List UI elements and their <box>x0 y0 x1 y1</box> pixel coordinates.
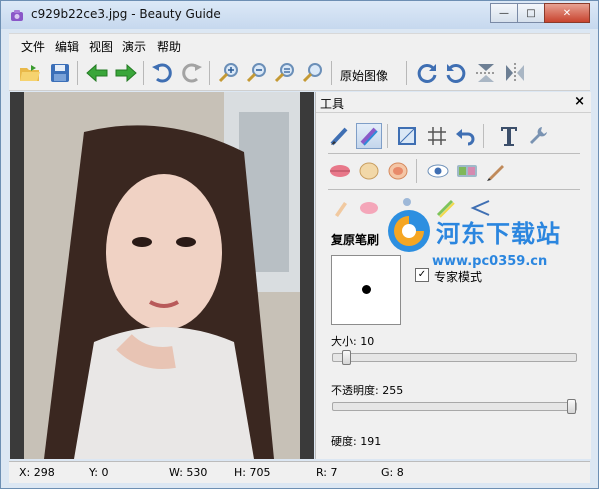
size-slider[interactable] <box>332 350 577 365</box>
text-icon[interactable] <box>496 123 522 149</box>
grid-icon[interactable] <box>424 123 450 149</box>
undo-icon[interactable] <box>149 60 175 86</box>
close-button[interactable]: ✕ <box>544 3 590 23</box>
pencil-icon[interactable] <box>483 158 509 184</box>
status-r: R: 7 <box>316 466 338 479</box>
minimize-button[interactable]: — <box>490 3 517 23</box>
forward-green-arrow-icon[interactable] <box>113 60 139 86</box>
flip-horizontal-icon[interactable] <box>502 60 528 86</box>
status-g: G: 8 <box>381 466 404 479</box>
section-title: 复原笔刷 <box>331 233 380 247</box>
portrait-photo <box>24 92 300 459</box>
redo-icon[interactable] <box>179 60 205 86</box>
original-image-button[interactable]: 原始图像 <box>340 67 388 84</box>
watermark-logo-icon <box>388 210 430 252</box>
eye-icon[interactable] <box>425 158 451 184</box>
wrench-icon[interactable] <box>525 123 551 149</box>
menu-demo[interactable]: 演示 <box>122 38 146 55</box>
size-slider-thumb[interactable] <box>342 350 351 365</box>
hardness-label: 硬度: 191 <box>331 435 382 448</box>
opacity-label: 不透明度: 255 <box>331 384 404 397</box>
brush-icon[interactable] <box>327 123 353 149</box>
camera-purple-icon <box>11 10 23 21</box>
opacity-slider-thumb[interactable] <box>567 399 576 414</box>
image-canvas[interactable] <box>10 92 314 459</box>
brush-dot <box>362 285 371 294</box>
application-window: c929b22ce3.jpg - Beauty Guide — □ ✕ 文件 编… <box>0 0 599 489</box>
watermark: 河东下载站 www.pc0359.cn <box>388 210 591 272</box>
zoom-actual-icon[interactable] <box>300 60 326 86</box>
status-y: Y: 0 <box>89 466 109 479</box>
watermark-url: www.pc0359.cn <box>432 254 548 269</box>
open-icon[interactable] <box>17 60 43 86</box>
status-x: X: 298 <box>19 466 55 479</box>
watermark-title: 河东下载站 <box>436 220 561 248</box>
zoom-fit-icon[interactable] <box>272 60 298 86</box>
eyeshadow-icon[interactable] <box>454 158 480 184</box>
crop-icon[interactable] <box>394 123 420 149</box>
save-icon[interactable] <box>47 60 73 86</box>
zoom-in-icon[interactable] <box>216 60 242 86</box>
concealer-icon[interactable] <box>327 195 353 221</box>
panel-close-button[interactable]: × <box>574 94 585 109</box>
tools-panel: 工具 × 复原笔刷 ✓ 专家模式 大小: 10 不透明度: 255 硬度: 19… <box>315 92 591 459</box>
size-label: 大小: 10 <box>331 335 375 348</box>
undo-arrow-icon[interactable] <box>452 123 478 149</box>
restore-brush-icon[interactable] <box>356 123 382 149</box>
zoom-out-icon[interactable] <box>244 60 270 86</box>
opacity-slider[interactable] <box>332 399 577 414</box>
lips-icon[interactable] <box>327 158 353 184</box>
menu-help[interactable]: 帮助 <box>157 38 181 55</box>
status-bar: X: 298 Y: 0 W: 530 H: 705 R: 7 G: 8 <box>9 461 590 483</box>
menu-edit[interactable]: 编辑 <box>55 38 79 55</box>
blush-icon[interactable] <box>385 158 411 184</box>
panel-title: 工具 <box>320 97 345 111</box>
status-h: H: 705 <box>234 466 271 479</box>
status-w: W: 530 <box>169 466 208 479</box>
maximize-button[interactable]: □ <box>517 3 544 23</box>
rotate-ccw-icon[interactable] <box>443 60 469 86</box>
rotate-cw-icon[interactable] <box>414 60 440 86</box>
toolbar: 原始图像 <box>9 56 590 91</box>
title-bar: c929b22ce3.jpg - Beauty Guide — □ ✕ <box>1 1 598 29</box>
menu-file[interactable]: 文件 <box>21 38 45 55</box>
foundation-icon[interactable] <box>356 158 382 184</box>
back-green-arrow-icon[interactable] <box>84 60 110 86</box>
menu-view[interactable]: 视图 <box>89 38 113 55</box>
menu-bar: 文件 编辑 视图 演示 帮助 <box>9 33 590 56</box>
pink-brush-icon[interactable] <box>356 195 382 221</box>
flip-vertical-icon[interactable] <box>473 60 499 86</box>
panel-header: 工具 × <box>316 92 591 113</box>
window-title: c929b22ce3.jpg - Beauty Guide <box>31 7 221 21</box>
